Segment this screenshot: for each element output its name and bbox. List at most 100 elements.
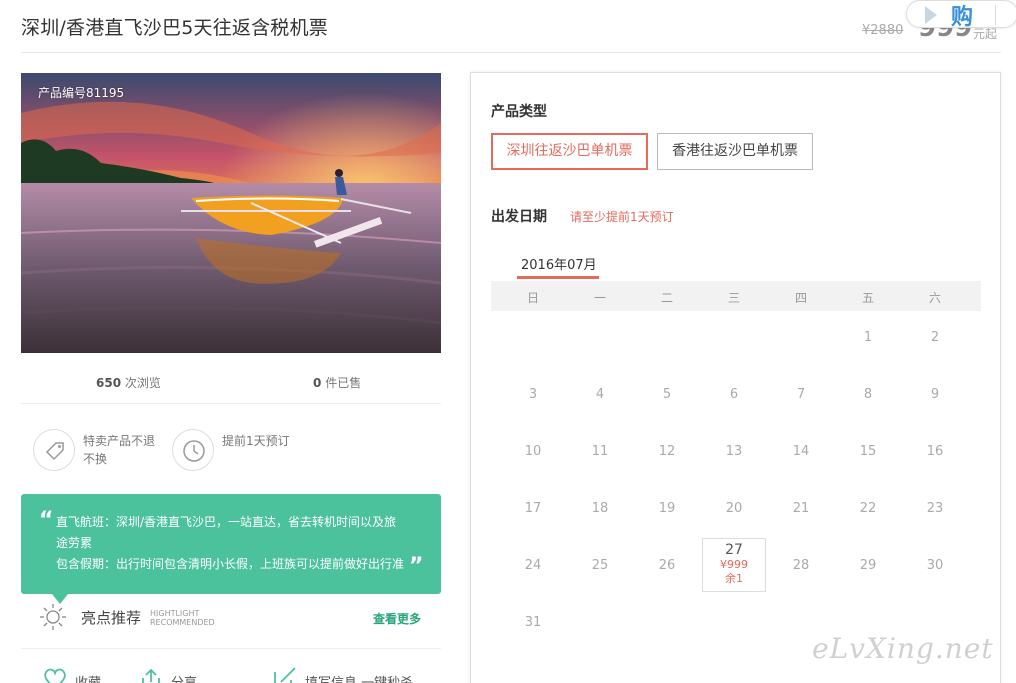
calendar-day: 26	[635, 538, 699, 592]
highlight-text: 直飞航班：深圳/香港直飞沙巴，一站直达，省去转机时间以及旅途劳累 包含假期：出行…	[56, 512, 406, 575]
highlights-subtitle: HIGHTLIGHT RECOMMENDED	[150, 609, 215, 627]
highlights-divider	[21, 648, 441, 649]
day-number: 29	[859, 558, 877, 573]
action-bar: 收藏 分享 填写信息 一键秒杀	[21, 664, 441, 683]
feature-label: 提前1天预订	[222, 434, 290, 448]
sold-count-number: 0	[313, 376, 322, 390]
share-icon	[142, 668, 160, 683]
calendar-day: 16	[903, 424, 967, 478]
day-number: 25	[591, 558, 609, 573]
sold-count: 0 件已售	[313, 374, 361, 391]
quick-order-label: 填写信息 一键秒杀	[305, 672, 413, 683]
weekday-label: 四	[794, 291, 807, 305]
sun-icon	[40, 604, 66, 630]
weekday-label: 二	[660, 291, 673, 305]
calendar-month[interactable]: 2016年07月	[521, 254, 597, 273]
calendar-day: 29	[836, 538, 900, 592]
close-quote: ”	[409, 554, 424, 579]
calendar-day: 19	[635, 481, 699, 535]
highlight-line: 包含假期：出行时间包含清明小长假，上班族可以提前做好出行准	[56, 557, 405, 571]
departure-date-label: 出发日期	[491, 209, 547, 225]
day-number: 11	[591, 444, 609, 459]
play-icon[interactable]	[925, 6, 937, 24]
calendar-day: 14	[769, 424, 833, 478]
booking-hint: 请至少提前1天预订	[570, 210, 674, 224]
toolbar-divider	[995, 5, 996, 25]
calendar-day: 21	[769, 481, 833, 535]
product-photo: 产品编号81195	[21, 73, 441, 353]
day-number: 31	[524, 615, 542, 630]
calendar-day: 1	[836, 310, 900, 364]
highlights-subtitle-line: HIGHTLIGHT	[150, 609, 200, 618]
edit-icon	[274, 667, 296, 683]
day-number: 18	[591, 501, 609, 516]
day-number: 13	[725, 444, 743, 459]
calendar-day: 17	[501, 481, 565, 535]
calendar-day: 2	[903, 310, 967, 364]
see-more-link[interactable]: 查看更多	[373, 610, 421, 627]
view-count-label: 次浏览	[124, 376, 161, 390]
calendar-day: 22	[836, 481, 900, 535]
day-number: 20	[725, 501, 743, 516]
calendar-day-available[interactable]: 27 ¥999 余1	[702, 538, 766, 592]
calendar-day: 5	[635, 367, 699, 421]
open-quote: “	[39, 508, 54, 533]
calendar-day: 24	[501, 538, 565, 592]
highlights-title: 亮点推荐	[81, 609, 142, 627]
calendar-day: 9	[903, 367, 967, 421]
title-divider	[21, 52, 1001, 53]
view-count: 650 次浏览	[96, 374, 161, 391]
product-code: 产品编号81195	[38, 86, 125, 100]
calendar-day: 6	[702, 367, 766, 421]
day-number: 9	[930, 387, 940, 402]
highlights-header: 亮点推荐 HIGHTLIGHT RECOMMENDED 查看更多	[21, 601, 441, 635]
day-number: 6	[729, 387, 739, 402]
day-number: 19	[658, 501, 676, 516]
calendar-day: 15	[836, 424, 900, 478]
weekday-header: 日一二三四五六	[491, 281, 981, 311]
calendar-day: 18	[568, 481, 632, 535]
calendar-day: 8	[836, 367, 900, 421]
day-number: 14	[792, 444, 810, 459]
day-number: 10	[524, 444, 542, 459]
day-number: 26	[658, 558, 676, 573]
day-number: 23	[926, 501, 944, 516]
page-title: 深圳/香港直飞沙巴5天往返含税机票	[21, 17, 328, 39]
day-number: 1	[863, 330, 873, 345]
calendar-day: 12	[635, 424, 699, 478]
feature-no-refund: 特卖产品不退不换	[33, 426, 173, 476]
day-number: 17	[524, 501, 542, 516]
calendar-day: 10	[501, 424, 565, 478]
month-underline	[517, 276, 599, 279]
tag-icon	[33, 429, 75, 471]
product-type-label: 产品类型	[491, 104, 547, 120]
day-number: 4	[595, 387, 605, 402]
calendar-day: 3	[501, 367, 565, 421]
day-number: 7	[796, 387, 806, 402]
weekday-label: 一	[593, 291, 606, 305]
highlight-line: 直飞航班：深圳/香港直飞沙巴，一站直达，省去转机时间以及旅途劳累	[56, 515, 397, 550]
buy-button[interactable]: 购	[951, 0, 973, 31]
day-stock: 余1	[725, 572, 743, 585]
feature-advance-booking: 提前1天预订	[172, 426, 312, 476]
calendar-day: 11	[568, 424, 632, 478]
buy-toolbar[interactable]: 购	[906, 0, 1016, 31]
weekday-label: 三	[727, 291, 740, 305]
day-number: 2	[930, 330, 940, 345]
weekday-label: 五	[861, 291, 874, 305]
day-number: 16	[926, 444, 944, 459]
favorite-label: 收藏	[75, 672, 101, 683]
clock-icon	[172, 429, 214, 471]
original-price: ¥2880	[862, 23, 904, 38]
calendar-day: 4	[568, 367, 632, 421]
feature-label: 特卖产品不退不换	[83, 434, 156, 466]
calendar-day: 13	[702, 424, 766, 478]
calendar-day: 20	[702, 481, 766, 535]
highlights-subtitle-line: RECOMMENDED	[150, 618, 215, 627]
heart-icon	[44, 668, 66, 683]
type-option-hongkong[interactable]: 香港往返沙巴单机票	[657, 133, 813, 170]
day-number: 21	[792, 501, 810, 516]
day-number: 30	[926, 558, 944, 573]
highlight-summary: “ 直飞航班：深圳/香港直飞沙巴，一站直达，省去转机时间以及旅途劳累 包含假期：…	[21, 494, 441, 594]
type-option-shenzhen[interactable]: 深圳往返沙巴单机票	[491, 133, 648, 170]
